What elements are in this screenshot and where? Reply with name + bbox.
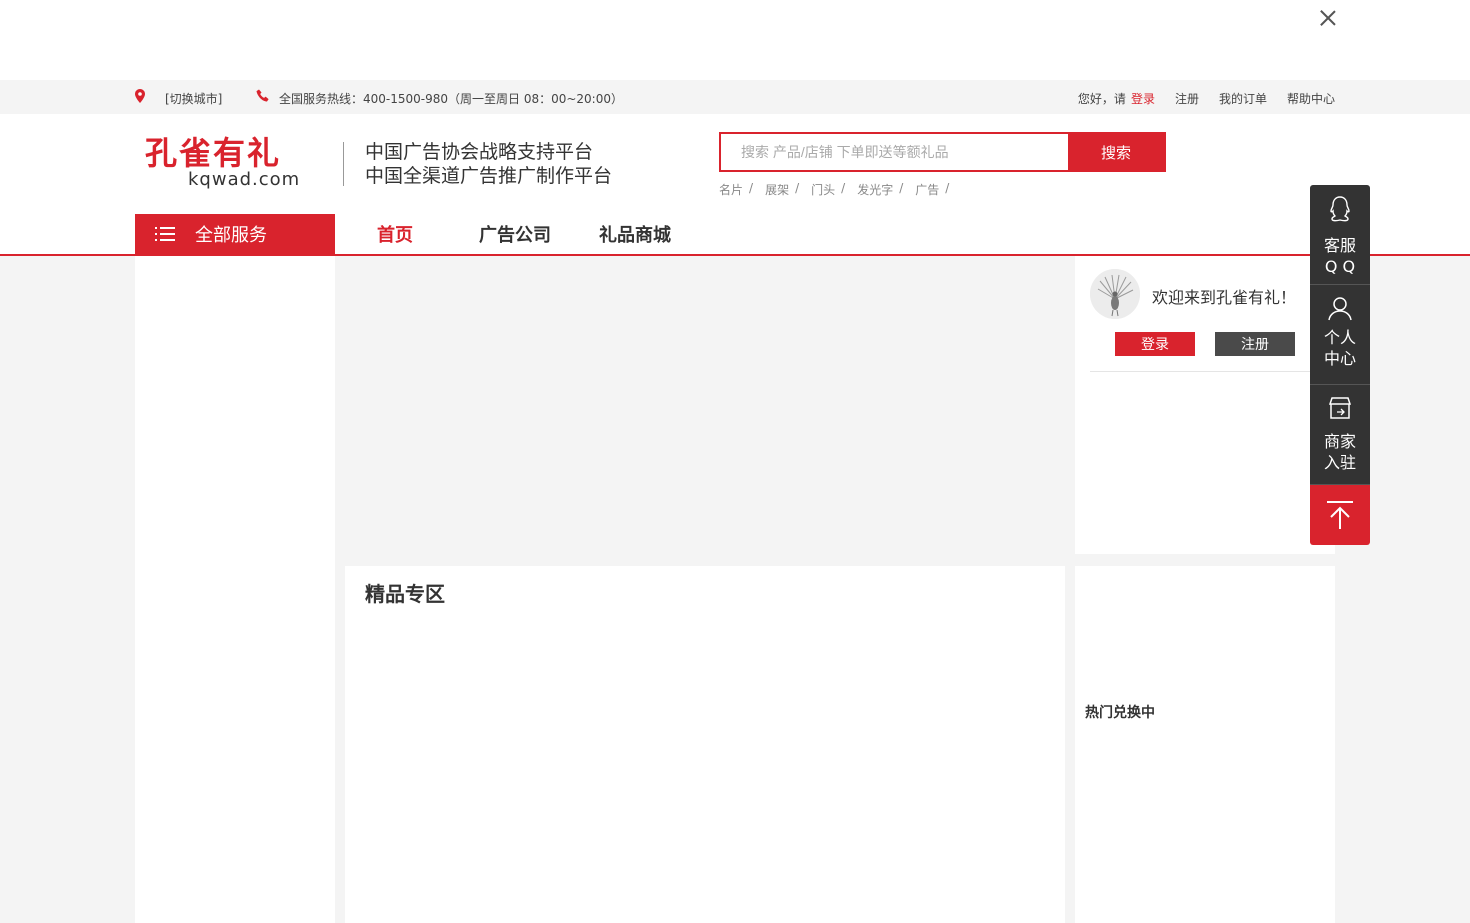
help-center-link[interactable]: 帮助中心 <box>1287 90 1335 107</box>
my-orders-link[interactable]: 我的订单 <box>1219 90 1267 107</box>
hot-word-separator: / <box>899 181 904 195</box>
qq-icon <box>1330 196 1350 222</box>
qq-label-1: 客服 <box>1323 236 1356 255</box>
top-banner <box>0 0 1470 80</box>
peacock-avatar <box>1090 269 1140 319</box>
top-register-link[interactable]: 注册 <box>1175 90 1199 107</box>
account-links: 您好，请 登录 注册 我的订单 帮助中心 <box>1078 90 1335 107</box>
search-input[interactable] <box>721 134 1068 170</box>
qq-service-button[interactable]: 客服 Q Q <box>1310 185 1370 285</box>
hot-word-separator: / <box>841 181 846 195</box>
featured-section: 精品专区 <box>345 566 1065 923</box>
nav-gift-mall[interactable]: 礼品商城 <box>599 221 671 247</box>
city-switch-link[interactable]: [切换城市] <box>165 90 222 107</box>
hot-word[interactable]: 展架 <box>765 181 789 198</box>
search-button[interactable]: 搜索 <box>1068 134 1164 170</box>
back-to-top-button[interactable] <box>1310 485 1370 545</box>
hot-exchange-title: 热门兑换中 <box>1085 705 1155 721</box>
slogan-line-1: 中国广告协会战略支持平台 <box>365 141 594 163</box>
card-divider <box>1090 371 1320 372</box>
user-card: 欢迎来到孔雀有礼！ 登录 注册 <box>1075 256 1335 554</box>
hot-search-words: 名片 / 展架 / 门头 / 发光字 / 广告 / <box>719 181 961 198</box>
all-services-button[interactable]: 全部服务 <box>135 214 335 254</box>
phone-icon <box>256 89 269 102</box>
card-register-button[interactable]: 注册 <box>1215 332 1295 356</box>
logo-en: kqwad.com <box>188 169 301 190</box>
list-menu-icon <box>155 227 175 241</box>
category-panel <box>135 256 335 923</box>
logo-cn: 孔雀有礼 <box>145 134 282 172</box>
personal-label-1: 个人 <box>1323 328 1356 347</box>
slogan: 中国广告协会战略支持平台 中国全渠道广告推广制作平台 <box>365 140 612 188</box>
site-logo[interactable]: 孔雀有礼 kqwad.com <box>145 136 305 192</box>
nav-ad-companies[interactable]: 广告公司 <box>479 221 551 247</box>
hotline-text: 全国服务热线：400-1500-980（周一至周日 08：00~20:00） <box>279 92 623 106</box>
banner-carousel <box>335 256 1075 554</box>
arrow-up-icon <box>1327 501 1353 529</box>
shop-icon <box>1328 397 1352 419</box>
personal-center-button[interactable]: 个人 中心 <box>1310 285 1370 385</box>
qq-label-2: Q Q <box>1324 257 1356 276</box>
card-login-button[interactable]: 登录 <box>1115 332 1195 356</box>
login-prompt: 您好，请 登录 <box>1078 90 1155 107</box>
user-icon <box>1328 297 1352 321</box>
personal-label-2: 中心 <box>1323 349 1356 368</box>
logo-divider <box>343 142 344 186</box>
hot-word-separator: / <box>795 181 800 195</box>
main-nav: 全部服务 首页 广告公司 礼品商城 <box>0 214 1470 256</box>
hot-word[interactable]: 名片 <box>719 181 743 198</box>
merchant-label-1: 商家 <box>1323 432 1356 451</box>
merchant-label-2: 入驻 <box>1323 453 1356 472</box>
utility-bar: [切换城市] 全国服务热线：400-1500-980（周一至周日 08：00~2… <box>0 80 1470 114</box>
featured-title: 精品专区 <box>365 582 445 606</box>
site-header: 孔雀有礼 kqwad.com 中国广告协会战略支持平台 中国全渠道广告推广制作平… <box>0 114 1470 214</box>
floating-sidebar: 客服 Q Q 个人 中心 商家 入驻 <box>1310 185 1370 545</box>
greeting-text: 您好，请 <box>1077 92 1126 106</box>
hot-word[interactable]: 发光字 <box>857 181 893 198</box>
hot-word[interactable]: 广告 <box>915 181 939 198</box>
hot-word-separator: / <box>749 181 754 195</box>
merchant-join-button[interactable]: 商家 入驻 <box>1310 385 1370 485</box>
hot-word-separator: / <box>945 181 950 195</box>
search-box: 搜索 <box>719 132 1166 172</box>
nav-items: 首页 广告公司 礼品商城 <box>377 214 719 254</box>
welcome-text: 欢迎来到孔雀有礼！ <box>1152 288 1297 307</box>
slogan-line-2: 中国全渠道广告推广制作平台 <box>365 165 613 187</box>
top-login-link[interactable]: 登录 <box>1131 92 1155 106</box>
close-icon[interactable] <box>1318 8 1338 28</box>
all-services-label: 全部服务 <box>195 225 267 246</box>
hot-exchange-panel: 热门兑换中 <box>1075 566 1335 923</box>
hot-word[interactable]: 门头 <box>811 181 835 198</box>
nav-home[interactable]: 首页 <box>377 221 413 247</box>
location-pin-icon <box>135 89 145 103</box>
